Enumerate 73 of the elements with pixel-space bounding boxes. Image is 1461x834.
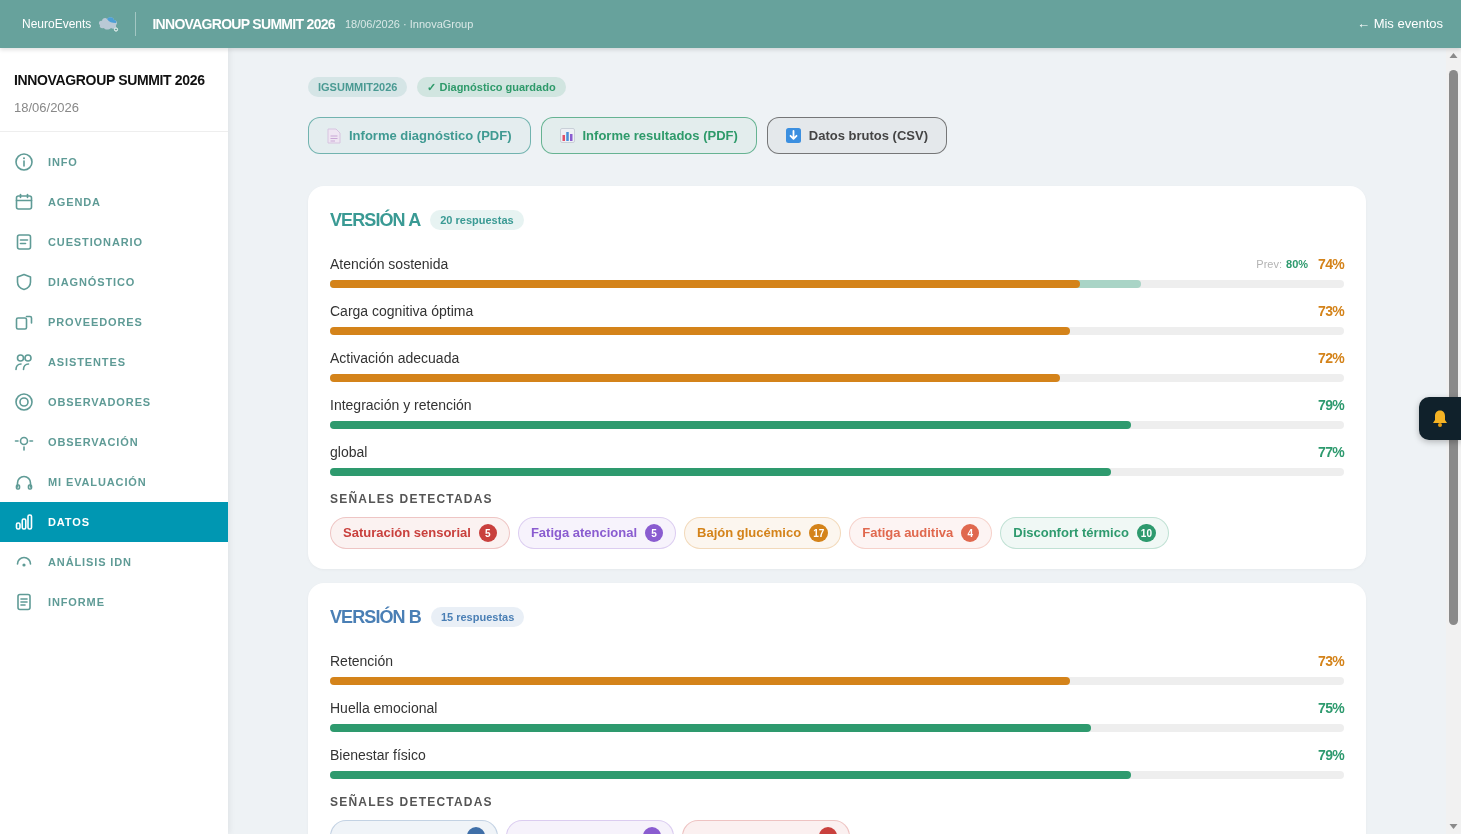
metric-percentage: 73% xyxy=(1318,301,1344,321)
nav-item[interactable]: MI EVALUACIÓN xyxy=(0,462,228,502)
download-button[interactable]: Informe diagnóstico (PDF) xyxy=(308,117,531,154)
metric-percentage: 79% xyxy=(1318,745,1344,765)
responses-count: 15 respuestas xyxy=(430,607,525,627)
document-icon xyxy=(327,127,341,144)
metric-label: Atención sostenida xyxy=(330,254,449,274)
nav-item[interactable]: ASISTENTES xyxy=(0,342,228,382)
download-icon xyxy=(785,128,801,143)
scrollbar-thumb[interactable] xyxy=(1449,70,1458,625)
signal-label: Fatiga auditiva xyxy=(862,524,954,543)
metric-percentage: 73% xyxy=(1318,651,1344,671)
signal-label: Saturación sensorial xyxy=(343,524,471,543)
metric-percentage: 72% xyxy=(1318,348,1344,368)
form-icon xyxy=(14,232,34,252)
back-link[interactable]: ← Mis eventos xyxy=(1357,14,1443,34)
metric-percentage: 79% xyxy=(1318,395,1344,415)
signal-count: 5 xyxy=(478,524,497,542)
signal-count: 17 xyxy=(809,524,829,542)
nav-item[interactable]: INFORME xyxy=(0,582,228,622)
metric-label: Activación adecuada xyxy=(330,348,460,368)
metric-percentage: 75% xyxy=(1318,698,1344,718)
nav-item[interactable]: OBSERVADORES xyxy=(0,382,228,422)
metric-percentage: 74% xyxy=(1318,254,1344,274)
bar-chart-icon xyxy=(14,512,34,532)
status-tag: IGSUMMIT2026 xyxy=(308,77,408,97)
shield-icon xyxy=(14,272,34,292)
logo-text: NeuroEvents xyxy=(22,16,92,33)
metric-percentage: 77% xyxy=(1318,442,1344,462)
nav-item[interactable]: OBSERVACIÓN xyxy=(0,422,228,462)
previous-value: 80% xyxy=(1286,256,1309,272)
signal-count: 5 xyxy=(645,524,664,542)
metric-label: Huella emocional xyxy=(330,698,438,718)
info-icon xyxy=(14,152,34,172)
download-button[interactable]: Datos brutos (CSV) xyxy=(766,117,947,154)
previous-label: Prev: xyxy=(1256,256,1283,272)
brain-icon xyxy=(97,16,120,32)
nav-item[interactable]: DIAGNÓSTICO xyxy=(0,262,228,302)
responses-count: 20 respuestas xyxy=(430,210,524,230)
bar-chart-icon xyxy=(559,128,575,143)
users-icon xyxy=(14,352,34,372)
metric-label: Carga cognitiva óptima xyxy=(330,301,474,321)
scrollbar[interactable] xyxy=(1446,48,1461,834)
signals-heading: SEÑALES DETECTADAS xyxy=(330,794,494,810)
nav-item[interactable]: ANÁLISIS IDN xyxy=(0,542,228,582)
event-subtitle: 18/06/2026 · InnovaGroup xyxy=(344,16,474,32)
nav-item[interactable]: AGENDA xyxy=(0,182,228,222)
calendar-icon xyxy=(14,192,34,212)
metric-label: Integración y retención xyxy=(330,395,472,415)
target-icon xyxy=(14,392,34,412)
event-title: INNOVAGROUP SUMMIT 2026 xyxy=(152,14,335,34)
nav-item[interactable]: CUESTIONARIO xyxy=(0,222,228,262)
metric-label: Retención xyxy=(330,651,394,671)
version-title: VERSIÓN B xyxy=(330,605,421,629)
bell-icon xyxy=(1431,409,1449,428)
signal-label: Bajón glucémico xyxy=(697,524,802,543)
signal-label: Fatiga atencional xyxy=(530,524,638,543)
nav-item[interactable]: DATOS xyxy=(0,502,228,542)
signal-count: 10 xyxy=(1136,524,1156,542)
version-title: VERSIÓN A xyxy=(330,208,421,232)
document-icon xyxy=(14,592,34,612)
notification-button[interactable] xyxy=(1419,397,1461,440)
download-button[interactable]: Informe resultados (PDF) xyxy=(540,117,757,154)
status-tag: ✓ Diagnóstico guardado xyxy=(417,77,566,97)
signals-heading: SEÑALES DETECTADAS xyxy=(330,491,494,507)
sidebar-title: INNOVAGROUP SUMMIT 2026 xyxy=(14,71,206,90)
signal-count: 4 xyxy=(961,524,980,542)
nav-item[interactable]: INFO xyxy=(0,142,228,182)
signal-label: Disconfort térmico xyxy=(1013,524,1129,543)
metric-label: global xyxy=(330,442,368,462)
sidebar-date: 18/06/2026 xyxy=(14,99,81,117)
nav-item[interactable]: PROVEEDORES xyxy=(0,302,228,342)
metric-label: Bienestar físico xyxy=(330,745,426,765)
